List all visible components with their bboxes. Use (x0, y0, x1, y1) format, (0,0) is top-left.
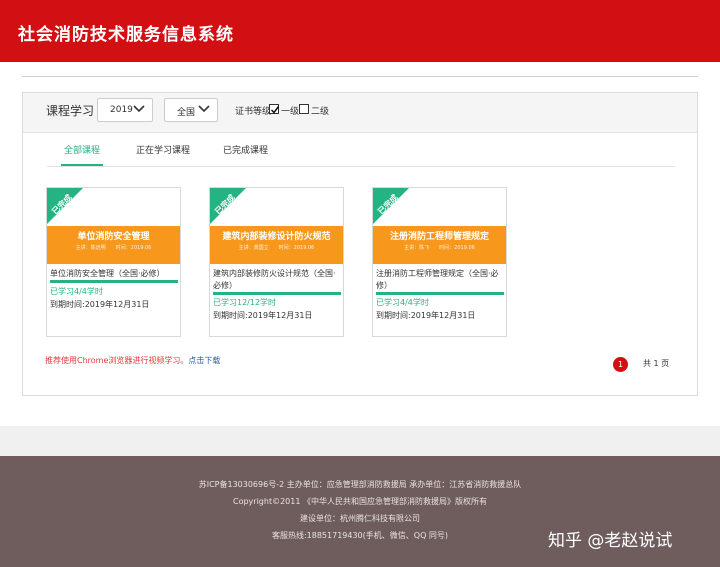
cover-subtitle: 主讲：龚国立 时间：2019.06 (238, 245, 315, 251)
app-header: 社会消防技术服务信息系统 (0, 0, 720, 62)
course-card[interactable]: 建筑内部装修设计防火规范 主讲：龚国立 时间：2019.06 已完成 建筑内部装… (209, 187, 344, 337)
course-tabs: 全部课程 正在学习课程 已完成课程 (47, 133, 675, 167)
year-select-value: 2019 (110, 105, 133, 115)
footer-builder: 建设单位：杭州腾仁科技有限公司 (300, 514, 420, 523)
course-deadline: 到期时间:2019年12月31日 (376, 311, 476, 320)
cert-level-1-checkbox[interactable] (269, 104, 280, 114)
panel-header: 课程学习 2019 全国 证书等级 一级 二级 (23, 93, 697, 133)
browser-notice-text: 推荐使用Chrome浏览器进行视频学习。 (45, 356, 189, 365)
app-title: 社会消防技术服务信息系统 (18, 25, 234, 45)
footer-copyright: Copyright©2011 《中华人民共和国应急管理部消防救援局》版权所有 (233, 497, 487, 506)
learned-hours: 已学习4/4学时 (50, 287, 103, 296)
cover-subtitle: 主讲：陈远明 时间：2019.06 (75, 245, 152, 251)
divider (22, 76, 698, 77)
year-select[interactable]: 2019 (97, 98, 153, 122)
page-gap (0, 426, 720, 456)
course-name[interactable]: 建筑内部装修防火设计规范（全国·必修） (213, 268, 341, 292)
cover-band: 建筑内部装修设计防火规范 主讲：龚国立 时间：2019.06 (210, 226, 343, 264)
course-deadline: 到期时间:2019年12月31日 (213, 311, 313, 320)
cover-title: 注册消防工程师管理规定 (389, 232, 489, 242)
site-footer: 苏ICP备13030696号-2 主办单位：应急管理部消防救援局 承办单位：江苏… (0, 456, 720, 567)
scope-select[interactable]: 全国 (164, 98, 218, 122)
course-card[interactable]: 单位消防安全管理 主讲：陈远明 时间：2019.06 已完成 单位消防安全管理（… (46, 187, 181, 337)
footer-icp-line: 苏ICP备13030696号-2 主办单位：应急管理部消防救援局 承办单位：江苏… (198, 480, 522, 489)
course-cover[interactable]: 注册消防工程师管理规定 主讲：陈飞 时间：2019.06 已完成 (373, 188, 506, 265)
download-link[interactable]: 点击下载 (188, 356, 220, 365)
tab-completed[interactable]: 已完成课程 (223, 143, 268, 156)
active-tab-indicator (61, 164, 103, 166)
cert-level-2-label: 二级 (311, 107, 330, 117)
pager-current-page[interactable]: 1 (613, 357, 628, 372)
tab-all-courses[interactable]: 全部课程 (64, 143, 100, 156)
course-deadline: 到期时间:2019年12月31日 (50, 300, 150, 309)
cover-band: 注册消防工程师管理规定 主讲：陈飞 时间：2019.06 (373, 226, 506, 264)
cover-title: 单位消防安全管理 (77, 232, 150, 242)
scope-select-value: 全国 (177, 108, 196, 118)
course-card[interactable]: 注册消防工程师管理规定 主讲：陈飞 时间：2019.06 已完成 注册消防工程师… (372, 187, 507, 337)
learned-hours: 已学习12/12学时 (213, 298, 277, 307)
progress-bar (213, 292, 341, 295)
chevron-down-icon (133, 105, 145, 113)
course-cover[interactable]: 单位消防安全管理 主讲：陈远明 时间：2019.06 已完成 (47, 188, 180, 265)
cert-level-label: 证书等级 (235, 107, 272, 117)
watermark: 知乎 @老赵说试 (548, 531, 673, 551)
course-cover[interactable]: 建筑内部装修设计防火规范 主讲：龚国立 时间：2019.06 已完成 (210, 188, 343, 265)
progress-bar (376, 292, 504, 295)
pager-total: 共 1 页 (643, 359, 670, 368)
panel-title: 课程学习 (46, 104, 95, 118)
learned-hours: 已学习4/4学时 (376, 298, 429, 307)
cover-band: 单位消防安全管理 主讲：陈远明 时间：2019.06 (47, 226, 180, 264)
course-panel: 课程学习 2019 全国 证书等级 一级 二级 全部课程 正在学习课程 已完成课… (22, 92, 698, 396)
cover-subtitle: 主讲：陈飞 时间：2019.06 (404, 245, 475, 251)
cover-title: 建筑内部装修设计防火规范 (222, 232, 331, 242)
check-icon (270, 106, 280, 114)
browser-notice: 推荐使用Chrome浏览器进行视频学习。点击下载 (45, 355, 220, 366)
progress-bar (50, 280, 178, 283)
chevron-down-icon (198, 105, 210, 113)
cert-level-2-checkbox[interactable] (299, 104, 309, 114)
cert-level-1-label: 一级 (281, 107, 300, 117)
tab-in-progress[interactable]: 正在学习课程 (136, 143, 190, 156)
course-name[interactable]: 单位消防安全管理（全国·必修） (50, 268, 178, 280)
course-name[interactable]: 注册消防工程师管理规定（全国·必修） (376, 268, 504, 292)
